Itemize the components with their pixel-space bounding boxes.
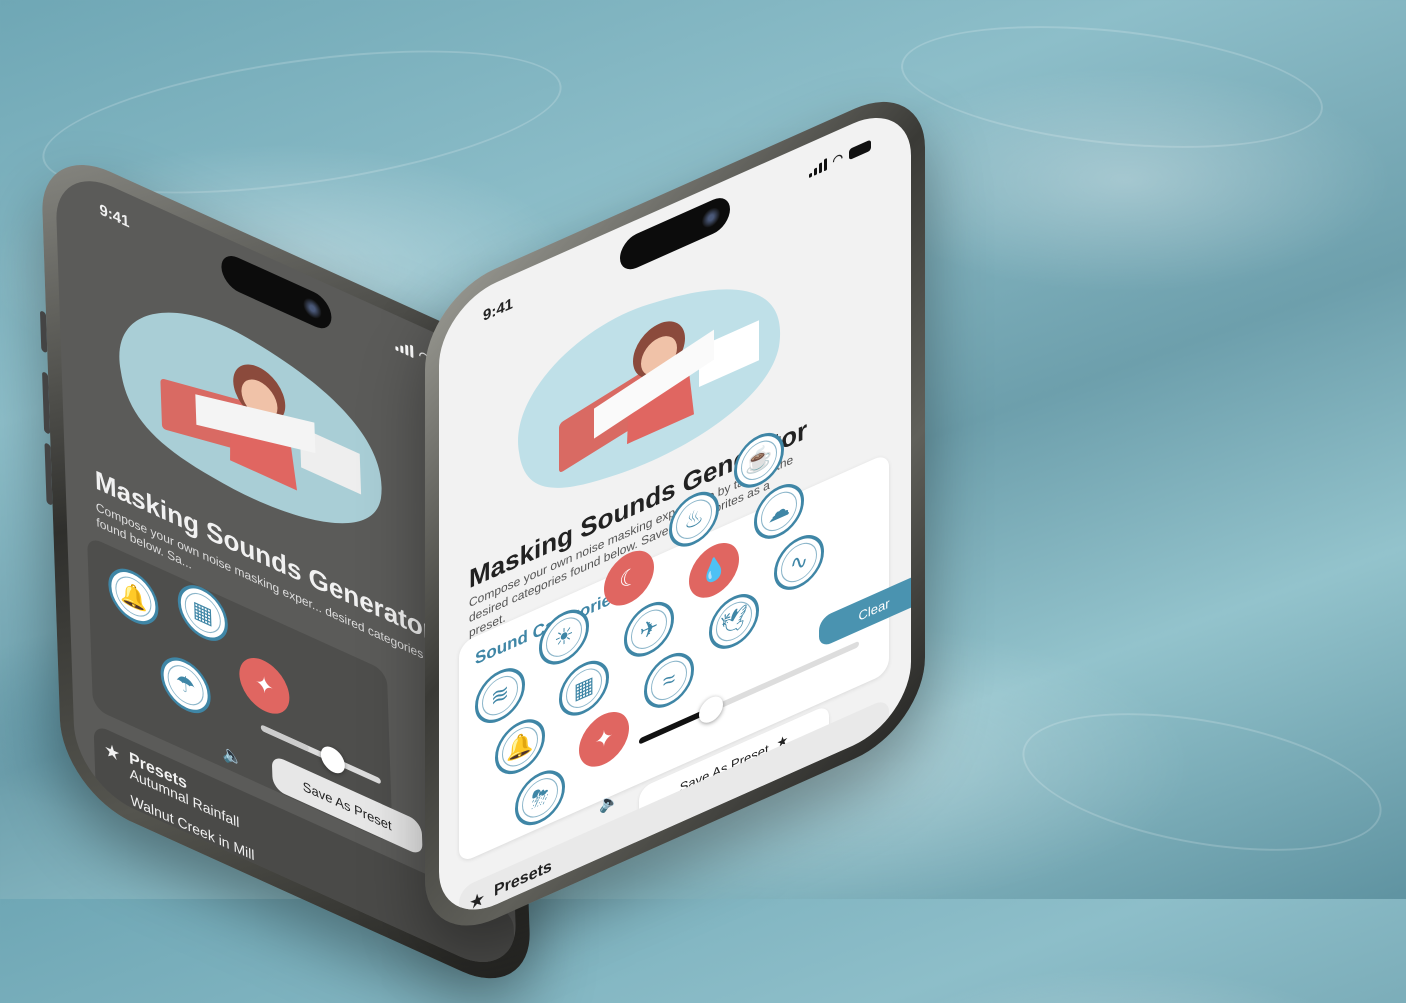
mini-sound-icon <box>870 768 888 795</box>
front-phone: 9:41 ◠ Masking Sounds Generator Compose … <box>425 77 925 950</box>
mini-sound-icon <box>870 747 888 774</box>
status-time: 9:41 <box>483 294 514 326</box>
front-phone-screen: 9:41 ◠ Masking Sounds Generator Compose … <box>439 97 911 930</box>
wifi-icon: ◠ <box>832 149 843 169</box>
status-time: 9:41 <box>99 200 130 232</box>
mini-sound-icon <box>891 738 909 765</box>
signal-icon <box>808 158 827 179</box>
signal-icon <box>394 338 413 358</box>
mini-sound-icon <box>849 778 867 805</box>
mini-sound-icon <box>891 759 909 786</box>
battery-icon <box>849 138 871 160</box>
mini-sound-icon <box>849 757 867 784</box>
